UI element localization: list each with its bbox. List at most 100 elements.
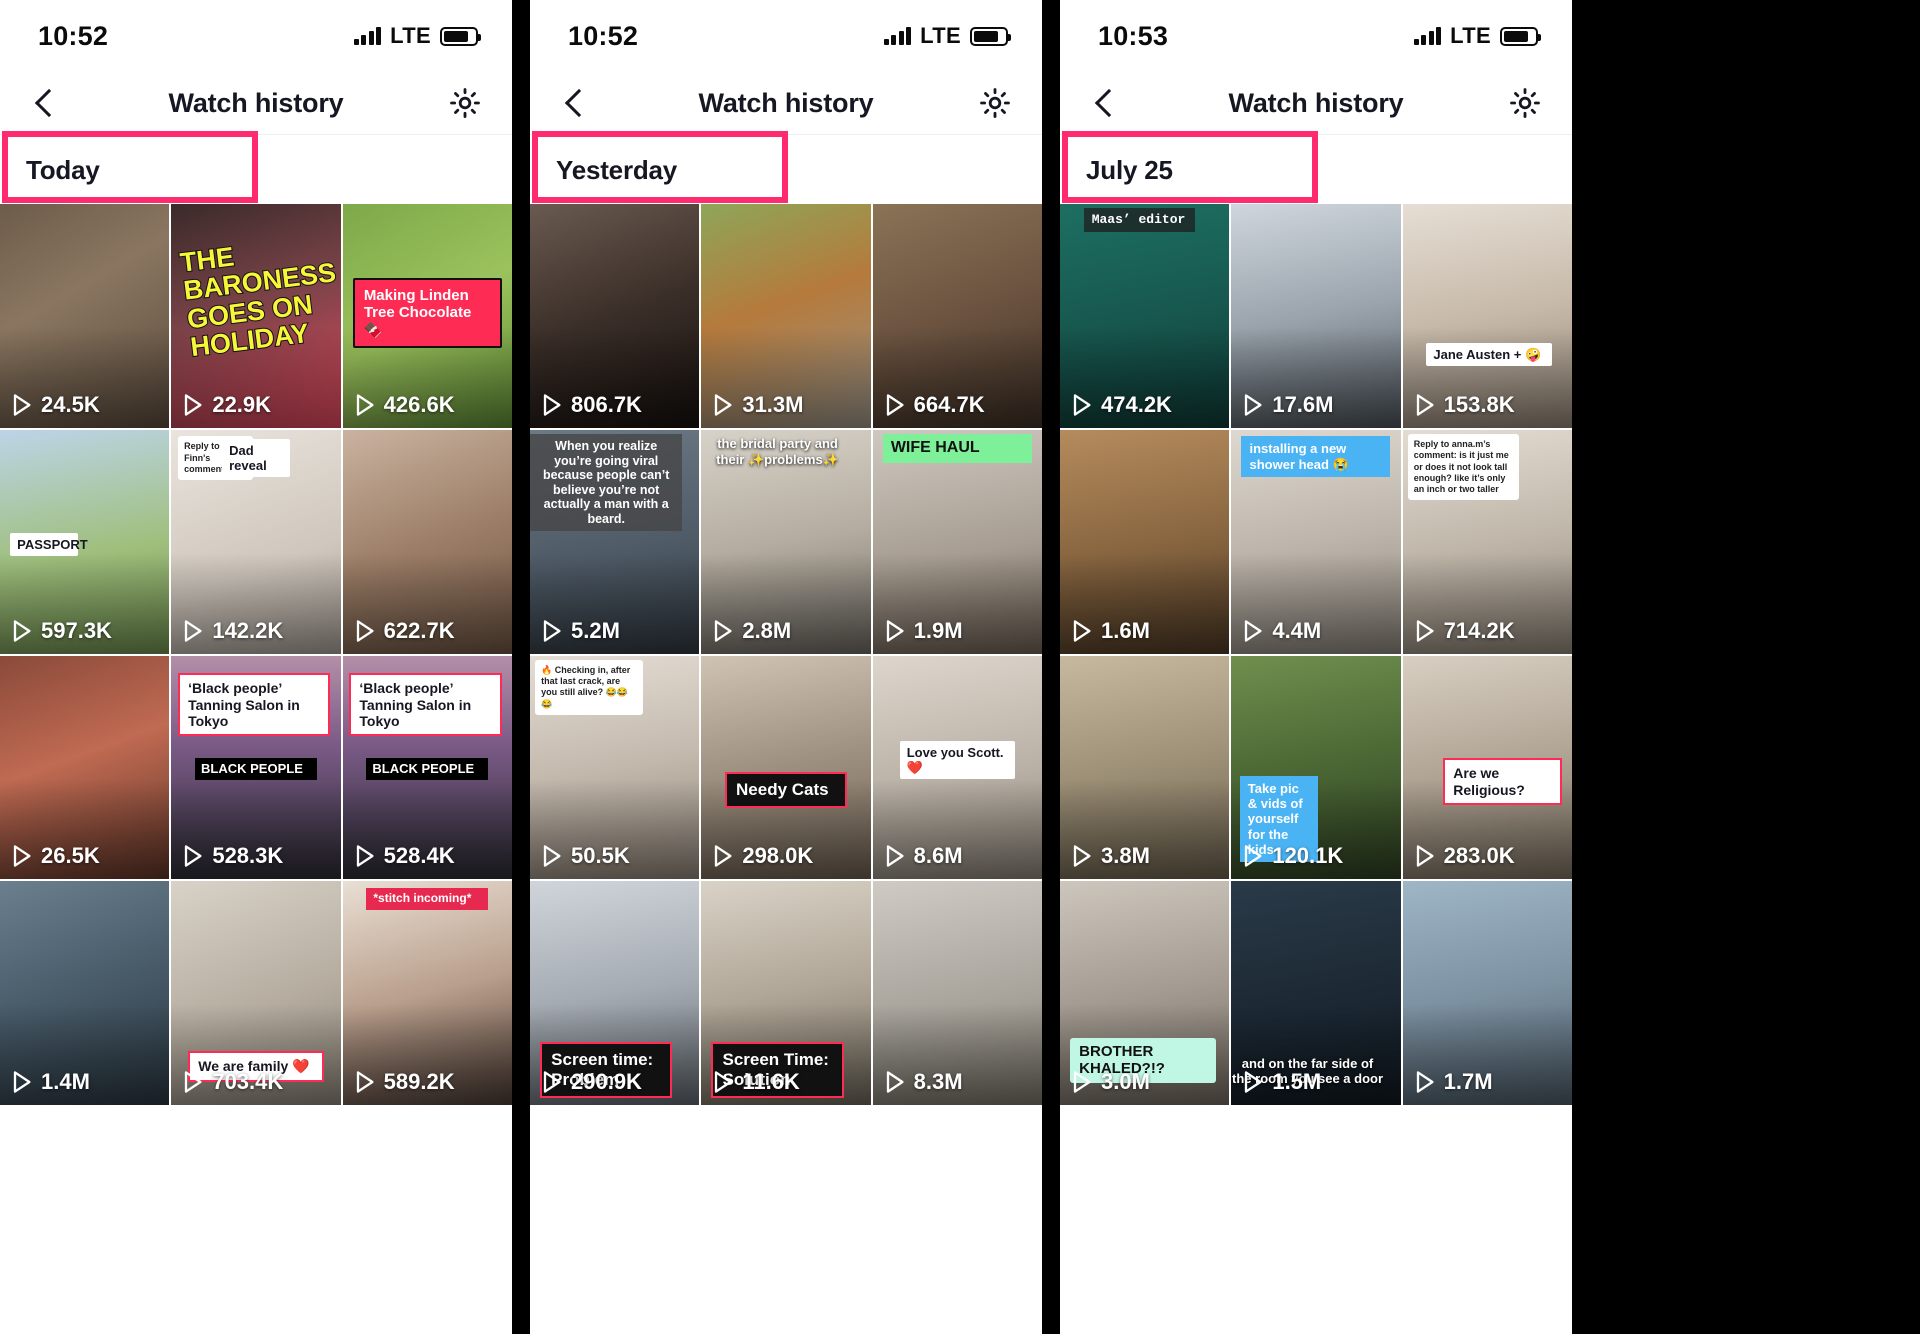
video-caption-overlay: Needy Cats (725, 771, 847, 808)
network-type-label: LTE (1450, 23, 1491, 48)
view-count: 1.5M (1243, 1069, 1321, 1095)
play-icon (713, 1070, 733, 1094)
video-thumbnail[interactable]: 17.6M (1231, 204, 1401, 428)
play-icon (1243, 393, 1263, 417)
view-count-label: 17.6M (1272, 391, 1334, 417)
video-thumbnail[interactable]: 26.5K (0, 655, 170, 880)
watch-history-screens: 10:52 LTE Watch history Today 24.5K THE BARON… (0, 0, 1920, 1334)
gear-icon[interactable] (448, 86, 482, 120)
video-thumbnail[interactable]: ‘Black people’ Tanning Salon in Tokyo BLA… (342, 655, 512, 880)
video-caption-overlay: Maas’ editor (1083, 208, 1196, 232)
status-indicators: LTE (353, 23, 481, 49)
video-thumbnail[interactable]: 664.7K (872, 204, 1042, 428)
play-icon (1243, 1070, 1263, 1094)
view-count-label: 26.5K (41, 843, 100, 869)
view-count: 528.3K (183, 843, 283, 869)
video-caption-overlay: WIFE HAUL (882, 434, 1032, 463)
play-icon (355, 393, 375, 417)
play-icon (183, 393, 203, 417)
video-thumbnail[interactable]: and on the far side of the room you see … (1231, 881, 1401, 1105)
video-thumbnail[interactable]: 24.5K (0, 204, 170, 428)
video-thumbnail[interactable]: 622.7K (342, 429, 512, 654)
play-icon (1415, 619, 1435, 643)
play-icon (1415, 844, 1435, 868)
view-count-label: 22.9K (212, 391, 272, 417)
play-icon (1072, 619, 1092, 643)
chevron-left-icon[interactable] (1088, 86, 1122, 120)
view-count: 290.9K (542, 1069, 642, 1095)
video-caption-overlay: Reply to anna.m’s comment: is it just me… (1407, 434, 1520, 501)
video-thumbnail[interactable]: *stitch incoming* 589.2K (342, 881, 512, 1105)
view-count-label: 474.2K (1101, 391, 1172, 417)
video-thumbnail[interactable]: 8.3M (872, 881, 1042, 1105)
video-thumbnail[interactable]: THE BARONESS GOES ON HOLIDAY 22.9K (171, 204, 341, 428)
video-caption-overlay: BLACK PEOPLE (195, 758, 317, 780)
play-icon (1415, 1070, 1435, 1094)
play-icon (183, 1070, 203, 1094)
chevron-left-icon[interactable] (558, 86, 592, 120)
video-thumbnail[interactable]: Screen time: Problem 290.9K (530, 881, 700, 1105)
video-caption-overlay: Are we Religious? (1443, 758, 1562, 805)
video-caption-overlay: THE BARONESS GOES ON HOLIDAY (177, 240, 338, 363)
video-caption-overlay: Love you Scott. ❤️ (899, 740, 1015, 779)
play-icon (12, 619, 32, 643)
video-thumbnail[interactable]: Love you Scott. ❤️ 8.6M (872, 655, 1042, 880)
nav-bar: Watch history (1060, 72, 1572, 134)
video-caption-overlay: ‘Black people’ Tanning Salon in Tokyo (178, 673, 331, 737)
view-count-label: 528.3K (212, 843, 284, 869)
view-count: 298.0K (713, 843, 813, 869)
video-thumbnail[interactable]: 806.7K (530, 204, 700, 428)
nav-bar: Watch history (530, 72, 1042, 134)
video-grid: Maas’ editor 474.2K 17.6M Jane Austen + 🤪 15… (1060, 204, 1572, 1105)
video-thumbnail[interactable]: When you realize you’re going viral beca… (530, 429, 700, 654)
view-count-label: 5.2M (571, 617, 620, 643)
video-caption-overlay: BLACK PEOPLE (366, 758, 489, 780)
video-thumbnail[interactable]: Jane Austen + 🤪 153.8K (1402, 204, 1572, 428)
signal-bars-icon (883, 27, 912, 45)
video-grid: 24.5K THE BARONESS GOES ON HOLIDAY 22.9K Ma… (0, 204, 512, 1105)
video-thumbnail[interactable]: Are we Religious? 283.0K (1402, 655, 1572, 880)
video-thumbnail[interactable]: Reply to Finn's comment Dad reveal 142.2K (171, 429, 341, 654)
view-count: 22.9K (183, 392, 271, 418)
view-count: 703.4K (183, 1069, 283, 1095)
video-thumbnail[interactable]: PASSPORT 597.3K (0, 429, 170, 654)
gear-icon[interactable] (978, 86, 1012, 120)
video-thumbnail[interactable]: the bridal party and their ✨problems✨ 2.8… (701, 429, 871, 654)
video-caption-overlay: Dad reveal (222, 438, 290, 477)
view-count: 426.6K (355, 392, 455, 418)
view-count-label: 120.1K (1272, 843, 1344, 869)
video-thumbnail[interactable]: Take pic & vids of yourself for the kids… (1231, 655, 1401, 880)
signal-bars-icon (353, 27, 382, 45)
video-grid: 806.7K 31.3M 664.7K When you realize you’re… (530, 204, 1042, 1105)
battery-icon (1500, 26, 1541, 46)
video-caption-overlay: Jane Austen + 🤪 (1426, 342, 1552, 366)
video-thumbnail[interactable]: WIFE HAUL 1.9M (872, 429, 1042, 654)
video-thumbnail[interactable]: 1.6M (1060, 429, 1230, 654)
play-icon (1072, 844, 1092, 868)
date-section-header: July 25 (1060, 131, 1572, 204)
video-thumbnail[interactable]: Needy Cats 298.0K (701, 655, 871, 880)
date-label: July 25 (1086, 154, 1173, 185)
video-thumbnail[interactable]: 3.8M (1060, 655, 1230, 880)
video-thumbnail[interactable]: Maas’ editor 474.2K (1060, 204, 1230, 428)
play-icon (713, 844, 733, 868)
chevron-left-icon[interactable] (28, 86, 62, 120)
screen-july-25: 10:53 LTE Watch history July 25 Maas’ editor… (1060, 0, 1572, 1334)
play-icon (542, 393, 562, 417)
video-thumbnail[interactable]: installing a new shower head 😭 4.4M (1231, 429, 1401, 654)
view-count-label: 1.6M (1101, 617, 1150, 643)
view-count: 2.8M (713, 618, 791, 644)
video-thumbnail[interactable]: Reply to anna.m’s comment: is it just me… (1402, 429, 1572, 654)
video-thumbnail[interactable]: 31.3M (701, 204, 871, 428)
gear-icon[interactable] (1508, 86, 1542, 120)
video-thumbnail[interactable]: 1.7M (1402, 881, 1572, 1105)
video-thumbnail[interactable]: BROTHER KHALED?!? 3.0M (1060, 881, 1230, 1105)
video-thumbnail[interactable]: Making Linden Tree Chocolate 🍫 426.6K (342, 204, 512, 428)
video-thumbnail[interactable]: 1.4M (0, 881, 170, 1105)
video-thumbnail[interactable]: 🔥 Checking in, after that last crack, ar… (530, 655, 700, 880)
video-thumbnail[interactable]: We are family ❤️ 703.4K (171, 881, 341, 1105)
video-thumbnail[interactable]: Screen Time: Solution 11.6K (701, 881, 871, 1105)
video-thumbnail[interactable]: ‘Black people’ Tanning Salon in Tokyo BLA… (171, 655, 341, 880)
view-count-label: 589.2K (383, 1069, 455, 1094)
status-time: 10:52 (38, 20, 109, 51)
